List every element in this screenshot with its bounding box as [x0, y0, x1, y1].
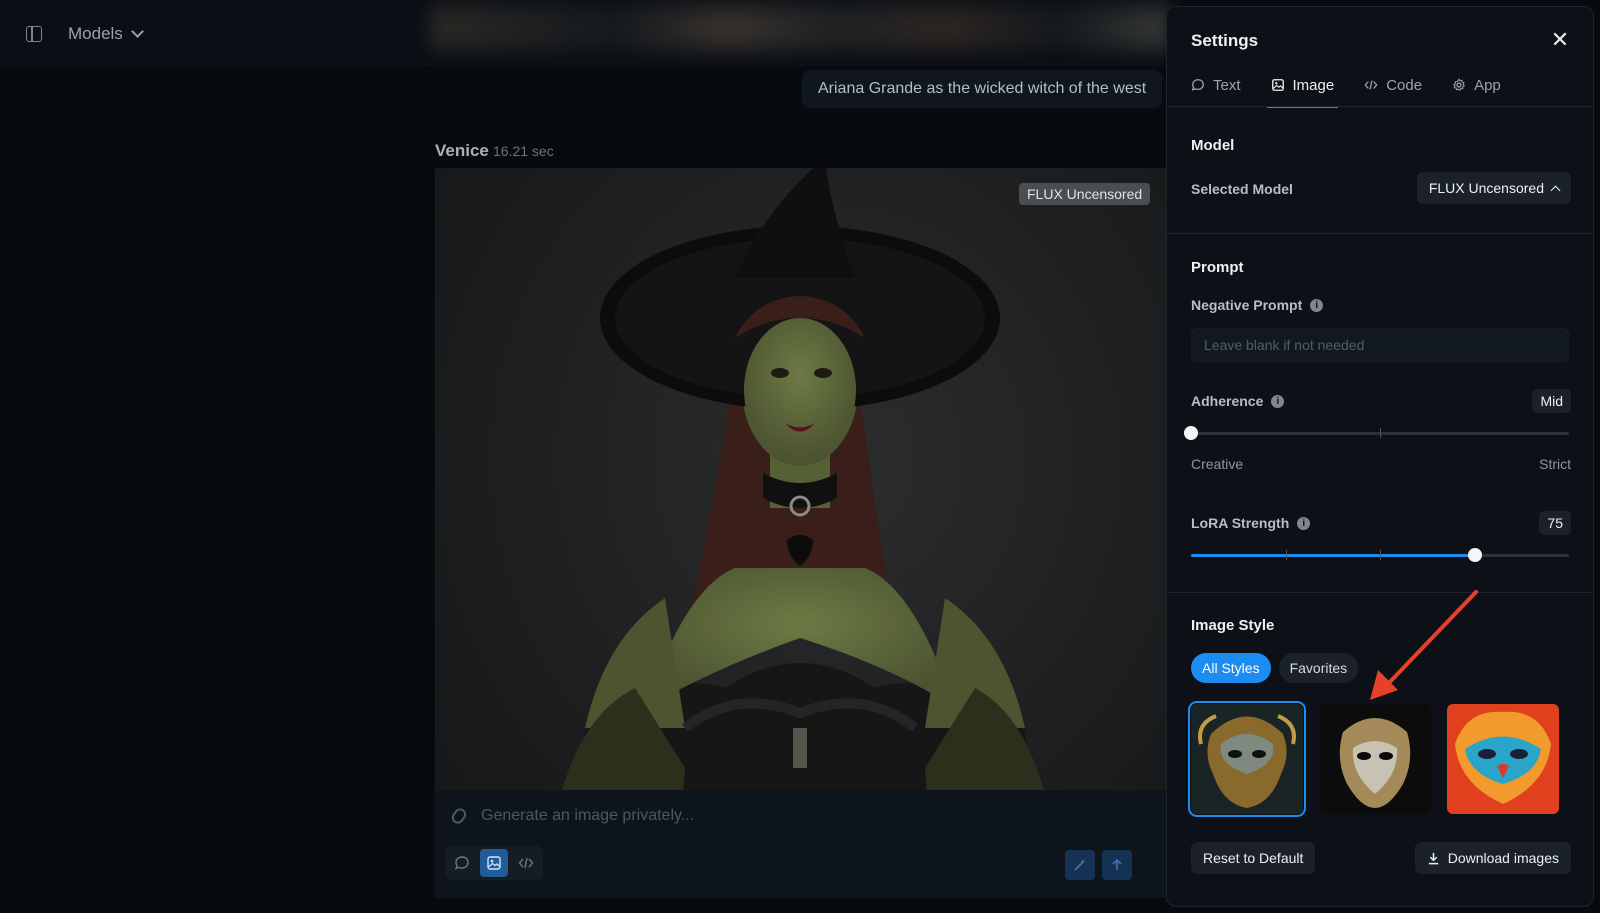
style-filter-chips: All Styles Favorites	[1191, 653, 1359, 683]
generated-image[interactable]	[435, 168, 1170, 898]
tab-app[interactable]: App	[1452, 65, 1501, 105]
sidebar-panel-icon[interactable]	[26, 26, 42, 42]
adherence-slider-thumb[interactable]	[1184, 426, 1198, 440]
model-select[interactable]: FLUX Uncensored	[1416, 172, 1571, 204]
slider-tick	[1285, 550, 1287, 560]
lora-strength-fill	[1191, 554, 1475, 557]
selected-model-label-text: Selected Model	[1191, 181, 1293, 197]
style-card-ornate-gold-mask[interactable]	[1188, 701, 1306, 817]
settings-panel: Settings ✕ Text Image Code App Model Sel…	[1166, 6, 1594, 907]
negative-prompt-label-text: Negative Prompt	[1191, 297, 1303, 313]
negative-prompt-label: Negative Prompt i	[1191, 297, 1324, 313]
adherence-label: Adherence i	[1191, 393, 1285, 409]
model-section-title: Model	[1191, 137, 1235, 154]
send-button[interactable]	[1102, 850, 1132, 880]
lora-strength-slider-thumb[interactable]	[1467, 548, 1482, 562]
style-gallery	[1188, 701, 1559, 817]
selected-model-label: Selected Model	[1191, 181, 1293, 197]
tab-text[interactable]: Text	[1191, 65, 1241, 105]
gear-icon	[1452, 78, 1466, 92]
tab-image[interactable]: Image	[1266, 65, 1338, 108]
favorites-chip[interactable]: Favorites	[1278, 653, 1359, 683]
mask-thumbnail	[1447, 704, 1559, 814]
lora-divider	[1167, 592, 1593, 593]
settings-title: Settings	[1191, 31, 1259, 50]
image-icon	[487, 856, 501, 870]
witch-portrait-illustration	[545, 168, 1060, 898]
adherence-slider[interactable]	[1184, 426, 1569, 440]
reset-to-default-button[interactable]: Reset to Default	[1191, 842, 1316, 874]
adherence-value: Mid	[1532, 389, 1571, 413]
code-icon	[518, 857, 534, 869]
adherence-max-label: Strict	[1539, 456, 1571, 472]
chat-bubble-icon	[1191, 79, 1204, 91]
slider-tick	[1380, 550, 1381, 560]
slider-tick	[1380, 428, 1381, 438]
info-icon[interactable]: i	[1271, 394, 1285, 408]
enhance-prompt-button[interactable]	[1065, 850, 1095, 880]
models-label: Models	[68, 24, 123, 43]
chevron-up-icon	[1550, 185, 1561, 195]
chevron-down-icon	[130, 25, 144, 38]
prompt-input[interactable]	[481, 798, 1081, 834]
negative-prompt-input[interactable]	[1191, 328, 1569, 362]
style-card-silver-gold-mask[interactable]	[1319, 704, 1431, 814]
magic-wand-icon	[1074, 859, 1086, 871]
lora-strength-label-text: LoRA Strength	[1191, 515, 1290, 531]
app-window: Models Ariana Grande as the wicked witch…	[0, 0, 1600, 913]
tab-code-label: Code	[1386, 76, 1423, 94]
paperclip-icon[interactable]	[449, 806, 469, 826]
text-mode-button[interactable]	[448, 849, 476, 877]
user-message-bubble: Ariana Grande as the wicked witch of the…	[802, 70, 1163, 108]
download-label: Download images	[1447, 850, 1559, 866]
chat-composer	[435, 790, 1170, 898]
tab-code[interactable]: Code	[1364, 65, 1422, 105]
info-icon[interactable]: i	[1310, 298, 1324, 312]
chat-bubble-icon	[454, 856, 469, 870]
assistant-name: Venice	[435, 141, 489, 160]
user-message-text: Ariana Grande as the wicked witch of the…	[818, 80, 1147, 97]
tab-text-label: Text	[1213, 76, 1241, 94]
tab-app-label: App	[1474, 76, 1501, 94]
arrow-up-icon	[1112, 858, 1122, 870]
info-icon[interactable]: i	[1297, 516, 1311, 530]
code-mode-button[interactable]	[512, 849, 540, 877]
mask-thumbnail	[1319, 704, 1431, 814]
blurred-header-strip	[430, 6, 1170, 50]
image-style-section-title: Image Style	[1191, 617, 1275, 634]
generation-time: 16.21 sec	[493, 143, 554, 159]
all-styles-chip[interactable]: All Styles	[1191, 653, 1271, 683]
adherence-min-label: Creative	[1191, 456, 1244, 472]
models-dropdown[interactable]: Models	[68, 24, 144, 44]
tabs-divider	[1167, 106, 1593, 107]
adherence-label-text: Adherence	[1191, 393, 1264, 409]
model-divider	[1167, 233, 1593, 234]
prompt-section-title: Prompt	[1191, 259, 1244, 276]
lora-strength-slider[interactable]	[1191, 548, 1569, 562]
mode-switcher	[445, 846, 543, 880]
top-bar: Models	[0, 0, 1170, 66]
image-icon	[1271, 79, 1284, 91]
model-select-value: FLUX Uncensored	[1428, 180, 1544, 196]
code-icon	[1364, 80, 1378, 90]
download-icon	[1428, 852, 1438, 864]
style-card-colorful-mask[interactable]	[1447, 704, 1559, 814]
tab-image-label: Image	[1292, 76, 1335, 94]
lora-strength-label: LoRA Strength i	[1191, 515, 1311, 531]
lora-strength-value: 75	[1539, 511, 1571, 535]
mask-thumbnail	[1191, 704, 1303, 814]
model-badge: FLUX Uncensored	[1019, 183, 1151, 205]
download-images-button[interactable]: Download images	[1414, 842, 1571, 874]
image-mode-button[interactable]	[480, 849, 508, 877]
close-icon[interactable]: ✕	[1549, 29, 1571, 51]
reset-label: Reset to Default	[1203, 850, 1304, 866]
